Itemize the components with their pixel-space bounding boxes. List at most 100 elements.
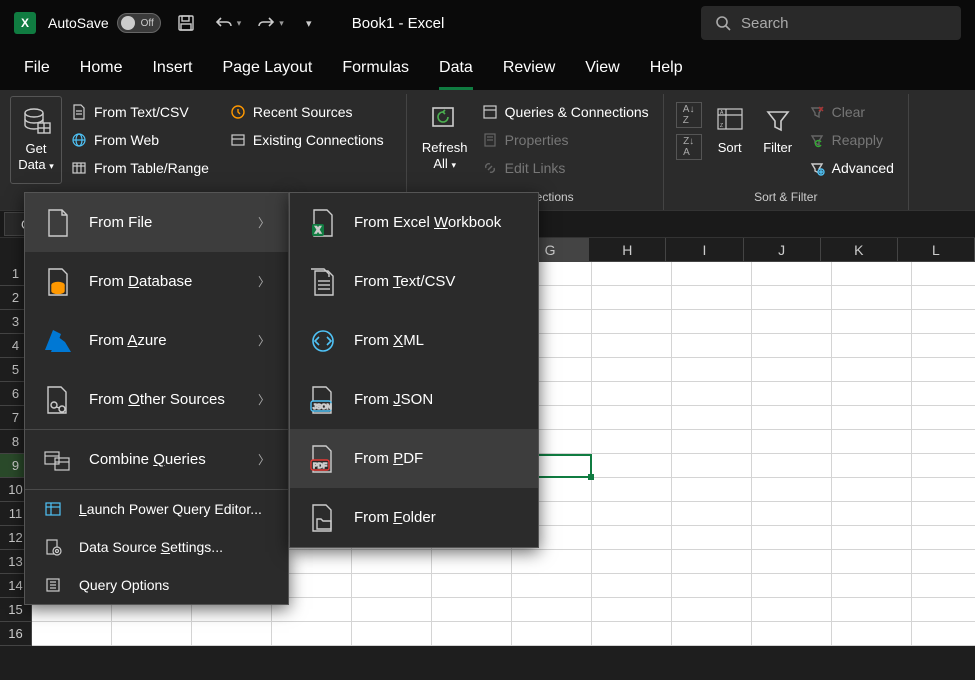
recent-sources-label: Recent Sources — [253, 104, 353, 120]
row-header[interactable]: 16 — [0, 622, 32, 646]
query-options-label: Query Options — [79, 577, 169, 593]
svg-text:Z: Z — [720, 123, 723, 129]
menu-launch-power-query[interactable]: Launch Power Query Editor... — [25, 490, 288, 528]
tab-data[interactable]: Data — [439, 46, 473, 90]
database-icon — [43, 267, 73, 297]
autosave-label: AutoSave — [48, 15, 109, 31]
sort-desc-button[interactable]: Z↓A — [676, 134, 702, 160]
advanced-icon — [808, 159, 826, 177]
from-text-csv-button[interactable]: From Text/CSV — [64, 98, 215, 126]
from-web-button[interactable]: From Web — [64, 126, 215, 154]
tab-home[interactable]: Home — [80, 46, 123, 90]
submenu-from-folder[interactable]: From Folder — [290, 488, 538, 547]
file-icon — [43, 208, 73, 238]
sort-icon: AZ — [712, 102, 748, 138]
queries-connections-label: Queries & Connections — [505, 104, 649, 120]
column-header[interactable]: J — [744, 238, 821, 262]
menu-data-source-settings[interactable]: Data Source Settings... — [25, 528, 288, 566]
tab-help[interactable]: Help — [650, 46, 683, 90]
properties-icon — [481, 131, 499, 149]
redo-icon[interactable] — [253, 10, 279, 36]
refresh-all-label: Refresh All — [422, 140, 468, 171]
refresh-all-button[interactable]: Refresh All ▾ — [417, 96, 473, 184]
tab-page-layout[interactable]: Page Layout — [222, 46, 312, 90]
azure-icon — [43, 326, 73, 356]
menu-from-database[interactable]: From Database 〉 — [25, 252, 288, 311]
submenu-from-xml[interactable]: From XML — [290, 311, 538, 370]
submenu-from-pdf[interactable]: PDF From PDF — [290, 429, 538, 488]
chevron-right-icon: 〉 — [258, 214, 270, 231]
recent-sources-button[interactable]: Recent Sources — [223, 98, 390, 126]
filter-icon — [760, 102, 796, 138]
settings-icon — [43, 537, 63, 557]
properties-label: Properties — [505, 132, 569, 148]
recent-icon — [229, 103, 247, 121]
submenu-from-excel-workbook[interactable]: X From Excel Workbook — [290, 193, 538, 252]
menu-from-azure[interactable]: From Azure 〉 — [25, 311, 288, 370]
chevron-right-icon: 〉 — [258, 391, 270, 408]
sort-asc-button[interactable]: A↓Z — [676, 102, 702, 128]
svg-text:JSON: JSON — [313, 404, 332, 411]
table-icon — [70, 159, 88, 177]
save-icon[interactable] — [173, 10, 199, 36]
sort-desc-icon: Z↓A — [683, 136, 694, 158]
undo-dropdown-icon[interactable]: ▾ — [237, 18, 242, 29]
reapply-button: Reapply — [802, 126, 900, 154]
other-sources-icon — [43, 385, 73, 415]
excel-file-icon: X — [308, 208, 338, 238]
from-web-label: From Web — [94, 132, 159, 148]
tab-review[interactable]: Review — [503, 46, 555, 90]
column-header[interactable]: L — [898, 238, 975, 262]
edit-links-button: Edit Links — [475, 154, 655, 182]
submenu-from-json[interactable]: JSON From JSON — [290, 370, 538, 429]
menu-from-other-sources[interactable]: From Other Sources 〉 — [25, 370, 288, 429]
qat-customize-icon[interactable]: ▾ — [296, 10, 322, 36]
from-file-submenu: X From Excel Workbook From Text/CSV From… — [289, 192, 539, 548]
toggle-state: Off — [141, 18, 154, 29]
tab-formulas[interactable]: Formulas — [342, 46, 409, 90]
submenu-from-text-csv[interactable]: From Text/CSV — [290, 252, 538, 311]
tab-insert[interactable]: Insert — [152, 46, 192, 90]
power-query-icon — [43, 499, 63, 519]
advanced-button[interactable]: Advanced — [802, 154, 900, 182]
text-csv-icon — [308, 267, 338, 297]
tab-file[interactable]: File — [24, 46, 50, 90]
filter-button[interactable]: Filter — [756, 96, 800, 184]
menu-from-file[interactable]: From From FileFile 〉 — [25, 193, 288, 252]
toggle-switch[interactable]: Off — [117, 13, 161, 33]
undo-icon[interactable] — [211, 10, 237, 36]
xml-icon — [308, 326, 338, 356]
reapply-label: Reapply — [832, 132, 883, 148]
from-table-range-button[interactable]: From Table/Range — [64, 154, 215, 182]
json-icon: JSON — [308, 385, 338, 415]
folder-icon — [308, 503, 338, 533]
edit-links-label: Edit Links — [505, 160, 566, 176]
connections-icon — [229, 131, 247, 149]
reapply-icon — [808, 131, 826, 149]
redo-dropdown-icon[interactable]: ▾ — [279, 18, 284, 29]
title-bar: X AutoSave Off ▾ ▾ ▾ Book1 - Excel Searc… — [0, 0, 975, 46]
autosave-toggle[interactable]: AutoSave Off — [48, 13, 161, 33]
group-sort-label: Sort & Filter — [672, 190, 900, 206]
existing-connections-button[interactable]: Existing Connections — [223, 126, 390, 154]
properties-button: Properties — [475, 126, 655, 154]
filter-label: Filter — [763, 140, 792, 156]
menu-query-options[interactable]: Query Options — [25, 566, 288, 604]
get-data-button[interactable]: Get Data ▾ — [10, 96, 62, 184]
column-header[interactable]: I — [666, 238, 743, 262]
search-input[interactable]: Search — [701, 6, 961, 40]
column-header[interactable]: H — [589, 238, 666, 262]
excel-logo-icon: X — [14, 12, 36, 34]
document-title: Book1 - Excel — [352, 15, 445, 32]
ribbon-tabs: File Home Insert Page Layout Formulas Da… — [0, 46, 975, 90]
queries-connections-button[interactable]: Queries & Connections — [475, 98, 655, 126]
sort-asc-icon: A↓Z — [683, 104, 695, 126]
search-icon — [715, 15, 731, 31]
sort-button[interactable]: AZ Sort — [708, 96, 752, 184]
clear-button: Clear — [802, 98, 900, 126]
from-text-csv-label: From Text/CSV — [94, 104, 189, 120]
column-header[interactable]: K — [821, 238, 898, 262]
svg-text:PDF: PDF — [313, 463, 327, 470]
tab-view[interactable]: View — [585, 46, 619, 90]
menu-combine-queries[interactable]: Combine Queries 〉 — [25, 430, 288, 489]
